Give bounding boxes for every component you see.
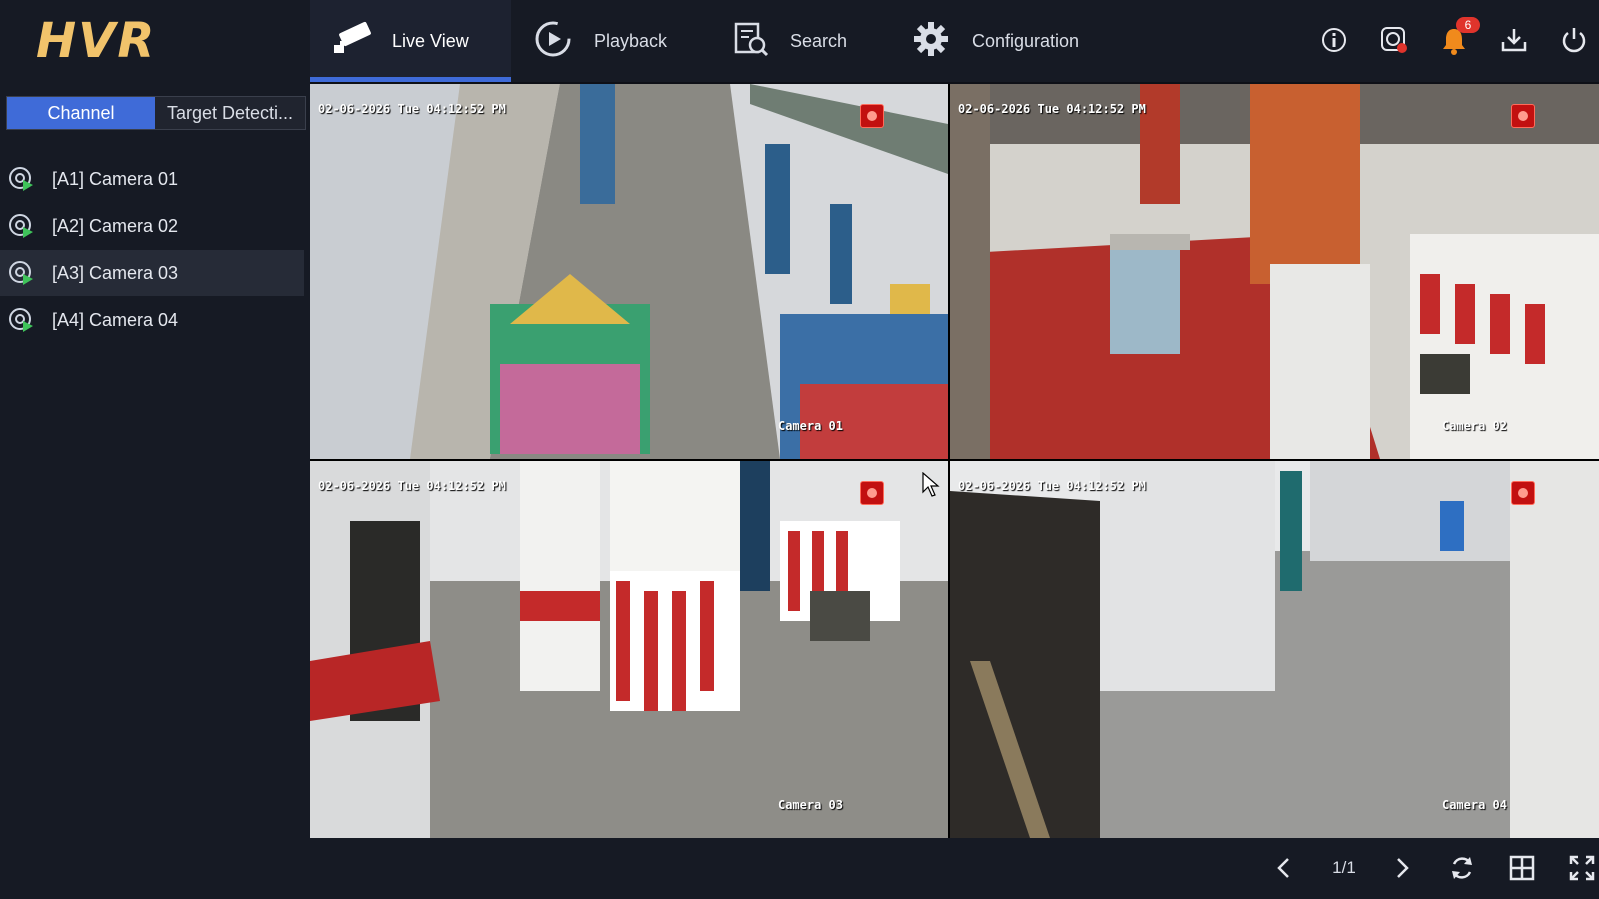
recording-icon (1511, 104, 1535, 128)
camera-04-feed (950, 461, 1599, 838)
alarm-bell-icon[interactable]: 6 (1434, 17, 1480, 60)
tab-search[interactable]: Search (732, 0, 872, 82)
camera-label: [A1] Camera 01 (52, 168, 179, 189)
camera-02-feed (950, 84, 1599, 459)
tab-channel[interactable]: Channel (7, 97, 155, 129)
active-tab-indicator (310, 77, 511, 82)
camera-01-feed (310, 84, 948, 459)
camera-icon (330, 21, 378, 62)
mouse-cursor-icon (922, 471, 940, 503)
video-tile-camera-03[interactable]: 02-06-2026 Tue 04:12:52 PM Camera 03 (310, 461, 948, 838)
refresh-icon[interactable] (1444, 850, 1480, 886)
tab-configuration[interactable]: Configuration (912, 0, 1102, 82)
channel-sidebar: Channel Target Detecti... [A1] Camera 01… (0, 82, 310, 899)
live-camera-icon (4, 256, 38, 290)
live-camera-icon (4, 162, 38, 196)
camera-label: [A2] Camera 02 (52, 215, 179, 236)
sidebar-tabs: Channel Target Detecti... (6, 96, 306, 130)
camera-list: [A1] Camera 01 [A2] Camera 02 [A3] Camer… (0, 156, 310, 344)
live-camera-icon (4, 303, 38, 337)
video-tile-camera-04[interactable]: 02-06-2026 Tue 04:12:52 PM Camera 04 (950, 461, 1599, 838)
osd-camera-name: Camera 02 (1441, 419, 1507, 433)
fullscreen-icon[interactable] (1564, 850, 1599, 886)
osd-timestamp: 02-06-2026 Tue 04:12:52 PM (958, 479, 1146, 493)
gear-icon (912, 20, 950, 63)
osd-camera-name: Camera 04 (1441, 798, 1507, 812)
playback-icon (534, 20, 572, 63)
osd-camera-name: Camera 03 (777, 798, 843, 812)
tab-live-view[interactable]: Live View (310, 0, 511, 82)
osd-timestamp: 02-06-2026 Tue 04:12:52 PM (318, 479, 506, 493)
page-indicator: 1/1 (1332, 858, 1356, 877)
info-icon[interactable] (1314, 20, 1354, 60)
tab-playback[interactable]: Playback (534, 0, 694, 82)
recording-icon (860, 104, 884, 128)
camera-label: [A4] Camera 04 (52, 309, 179, 330)
tab-live-view-label: Live View (392, 30, 469, 51)
video-tile-camera-01[interactable]: 02-06-2026 Tue 04:12:52 PM Camera 01 (310, 84, 948, 459)
camera-list-item-a3[interactable]: [A3] Camera 03 (0, 250, 304, 296)
osd-timestamp: 02-06-2026 Tue 04:12:52 PM (958, 102, 1146, 116)
osd-camera-name: Camera 01 (777, 419, 843, 433)
prev-page-icon[interactable] (1266, 850, 1302, 886)
power-icon[interactable] (1554, 20, 1594, 60)
video-tile-camera-02[interactable]: 02-06-2026 Tue 04:12:52 PM Camera 02 (950, 84, 1599, 459)
alarm-count-badge: 6 (1456, 17, 1480, 33)
search-file-icon (732, 20, 770, 63)
live-view-grid: 02-06-2026 Tue 04:12:52 PM Camera 01 02-… (310, 84, 1599, 838)
tab-search-label: Search (790, 30, 848, 51)
camera-list-item-a1[interactable]: [A1] Camera 01 (0, 156, 304, 202)
recording-icon (1511, 481, 1535, 505)
tab-configuration-label: Configuration (972, 30, 1080, 51)
layout-grid-icon[interactable] (1504, 850, 1540, 886)
live-camera-icon (4, 209, 38, 243)
tab-playback-label: Playback (594, 30, 668, 51)
camera-03-feed (310, 461, 948, 838)
camera-label: [A3] Camera 03 (52, 262, 179, 283)
download-icon[interactable] (1494, 20, 1534, 60)
app-logo: HVR (36, 13, 157, 69)
top-bar: HVR Live View Playback Search Configurat… (0, 0, 1599, 82)
osd-timestamp: 02-06-2026 Tue 04:12:52 PM (318, 102, 506, 116)
next-page-icon[interactable] (1384, 850, 1420, 886)
recording-icon (860, 481, 884, 505)
camera-list-item-a2[interactable]: [A2] Camera 02 (0, 203, 304, 249)
record-status-icon[interactable] (1374, 20, 1414, 60)
tab-target-detection[interactable]: Target Detecti... (155, 97, 305, 129)
camera-list-item-a4[interactable]: [A4] Camera 04 (0, 297, 304, 343)
bottom-toolbar: 1/1 (310, 838, 1599, 899)
